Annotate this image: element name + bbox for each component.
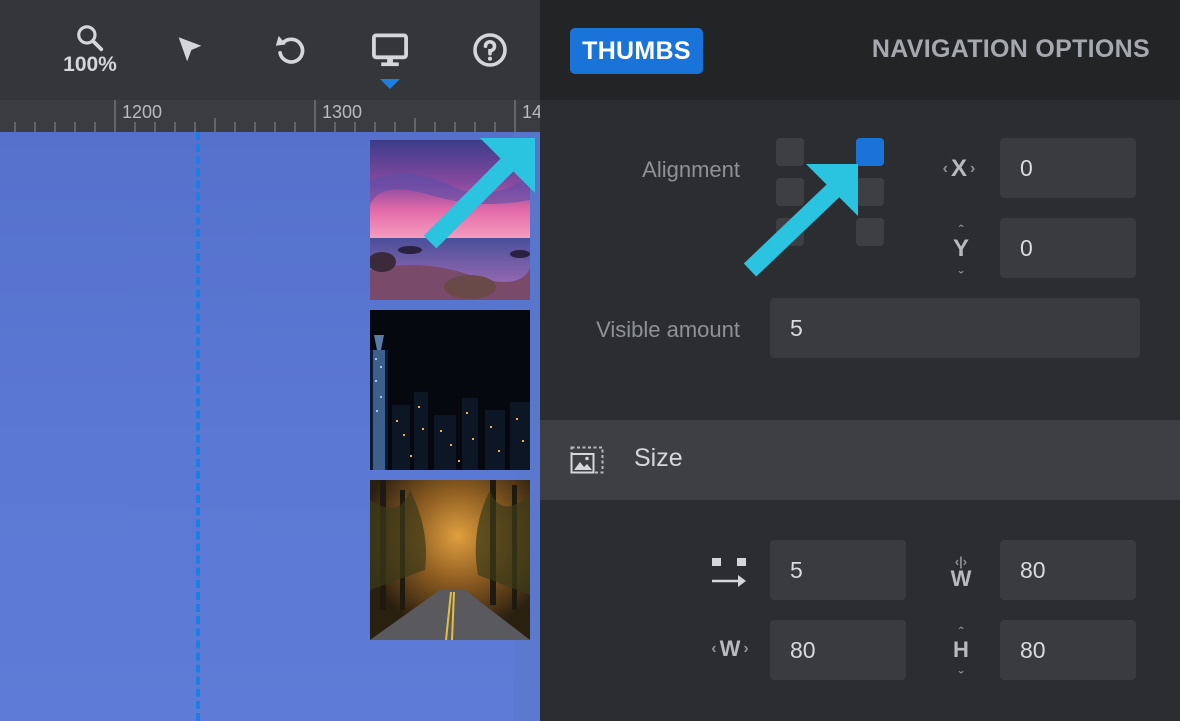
alignment-label: Alignment <box>642 157 740 182</box>
select-tool-button[interactable] <box>160 0 220 100</box>
annotation-arrow-icon <box>743 164 858 277</box>
align-middle-left[interactable] <box>776 178 804 206</box>
slide-canvas[interactable] <box>0 132 540 721</box>
visible-amount-input[interactable]: 5 <box>770 298 1140 358</box>
thumb-width-input[interactable]: 80 <box>1000 540 1136 600</box>
desktop-icon <box>372 33 408 67</box>
zoom-button[interactable]: 100% <box>50 0 130 100</box>
height-icon: ˆHˆ <box>953 624 969 676</box>
active-view-indicator <box>380 79 400 89</box>
tab-thumbs[interactable]: THUMBS <box>570 28 703 74</box>
ruler-label: 14 <box>522 102 540 122</box>
y-offset-icon: ˆYˆ <box>952 222 969 276</box>
settings-panel: THUMBS NAVIGATION OPTIONS Alignment ‹ X › … <box>540 0 1180 721</box>
image-size-icon <box>570 446 604 474</box>
align-top-right[interactable] <box>856 138 884 166</box>
thumbnail-forest-road[interactable] <box>370 480 530 640</box>
editor-toolbar: 100% <box>0 0 540 100</box>
y-offset-input[interactable]: 0 <box>1000 218 1136 278</box>
ruler-ticks <box>14 100 516 132</box>
align-bottom-left[interactable] <box>776 218 804 246</box>
width-icon: ‹|› W <box>950 553 972 591</box>
thumb-spacing-input[interactable]: 5 <box>770 540 906 600</box>
width-icon: ‹ W › <box>711 636 749 661</box>
align-top-left[interactable] <box>776 138 804 166</box>
align-middle-right[interactable] <box>856 178 884 206</box>
thumbnail-night-city[interactable] <box>370 310 530 470</box>
ruler-label: 1200 <box>122 102 163 122</box>
zoom-icon <box>77 25 104 52</box>
zoom-level: 100% <box>63 53 117 76</box>
size-section-header[interactable]: Size <box>540 420 1180 500</box>
visible-amount-label: Visible amount <box>596 317 740 342</box>
size-section-title: Size <box>634 444 683 472</box>
help-icon <box>473 33 507 67</box>
tab-navigation-options[interactable]: NAVIGATION OPTIONS <box>872 35 1150 64</box>
night-city-image <box>370 310 530 470</box>
x-offset-icon: ‹ X › <box>942 155 976 182</box>
ruler-label: 1300 <box>322 102 363 122</box>
panel-tabs: THUMBS NAVIGATION OPTIONS <box>540 0 1180 100</box>
thumb-spacing-icon <box>712 558 746 587</box>
align-bottom-right[interactable] <box>856 218 884 246</box>
thumbnail-sunset-beach[interactable] <box>370 140 530 300</box>
undo-icon <box>275 35 305 64</box>
sunset-beach-image <box>370 140 530 300</box>
pointer-icon <box>178 37 202 62</box>
undo-button[interactable] <box>260 0 320 100</box>
horizontal-ruler: 1200 1300 14 <box>0 100 540 132</box>
thumb-width-input[interactable]: 80 <box>770 620 906 680</box>
thumb-height-input[interactable]: 80 <box>1000 620 1136 680</box>
help-button[interactable] <box>460 0 520 100</box>
layout-guide-line[interactable] <box>196 132 200 721</box>
forest-road-image <box>370 480 530 640</box>
x-offset-input[interactable]: 0 <box>1000 138 1136 198</box>
